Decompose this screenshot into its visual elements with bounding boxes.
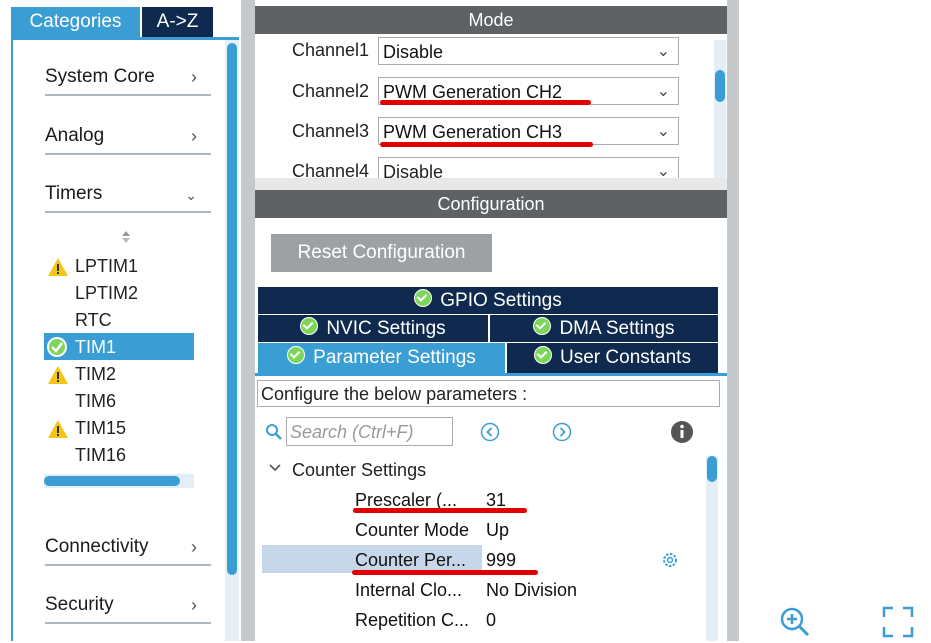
search-input[interactable]: Search (Ctrl+F) (286, 417, 453, 446)
channel3-value: PWM Generation CH3 (383, 122, 563, 142)
mode-vscroll-thumb[interactable] (715, 70, 725, 102)
mode-vscroll-track[interactable] (714, 40, 726, 178)
category-label: Security (45, 594, 114, 615)
chevron-right-icon: › (191, 126, 197, 146)
param-label-counter-mode[interactable]: Counter Mode (355, 516, 483, 544)
category-label: System Core (45, 66, 155, 87)
warning-icon (47, 419, 69, 439)
channel2-label: Channel2 (292, 81, 370, 101)
channel1-label: Channel1 (292, 40, 370, 60)
red-underline-annotation (352, 570, 538, 575)
warning-icon (47, 257, 69, 277)
warning-icon (47, 365, 69, 385)
check-circle-icon (287, 346, 306, 364)
category-system-core[interactable]: System Core › (45, 60, 211, 96)
check-circle-icon (533, 317, 552, 335)
tab-underline (11, 37, 239, 40)
timer-item-tim2[interactable]: TIM2 (75, 361, 195, 387)
channel2-value: PWM Generation CH2 (383, 82, 563, 102)
tab-dma-settings[interactable]: DMA Settings (490, 315, 718, 342)
panel-separator (255, 178, 727, 190)
channel4-value: Disable (383, 162, 444, 178)
red-underline-annotation (353, 508, 527, 513)
param-value-repetition[interactable]: 0 (486, 606, 606, 634)
check-circle-icon (300, 317, 319, 335)
channel1-select[interactable]: Disable ⌄ (378, 37, 679, 65)
param-value-internal-clock[interactable]: No Division (486, 576, 606, 604)
group-counter-settings[interactable]: Counter Settings (292, 456, 426, 484)
left-vscroll-thumb[interactable] (227, 43, 237, 575)
panel-divider[interactable] (241, 0, 255, 641)
tab-nvic-settings[interactable]: NVIC Settings (258, 315, 488, 342)
chevron-down-icon: ⌄ (656, 163, 670, 178)
tab-user-constants[interactable]: User Constants (507, 343, 718, 373)
channel3-label: Channel3 (292, 121, 370, 141)
check-circle-icon (414, 289, 433, 307)
tab-parameter-settings[interactable]: Parameter Settings (258, 343, 505, 373)
config-vscroll-thumb[interactable] (707, 456, 717, 482)
timer-item-tim16[interactable]: TIM16 (75, 442, 195, 468)
category-label: Timers (45, 183, 103, 204)
timer-item-rtc[interactable]: RTC (75, 307, 195, 333)
param-label-repetition[interactable]: Repetition C... (355, 606, 483, 634)
tab-label: User Constants (560, 347, 691, 368)
gear-icon[interactable] (661, 551, 679, 569)
parameters-description: Configure the below parameters : (257, 380, 720, 407)
info-icon[interactable] (670, 420, 694, 444)
panel-divider-right[interactable] (727, 0, 739, 641)
chevron-right-icon: › (191, 595, 197, 615)
tab-gpio-settings[interactable]: GPIO Settings (258, 287, 718, 314)
previous-icon[interactable] (480, 422, 500, 442)
search-icon (265, 423, 283, 441)
channel1-value: Disable (383, 42, 444, 62)
zoom-in-icon[interactable] (779, 606, 811, 638)
category-security[interactable]: Security › (45, 588, 211, 624)
tabs-underline (255, 373, 727, 376)
timer-item-tim15[interactable]: TIM15 (75, 415, 195, 441)
param-label-internal-clock[interactable]: Internal Clo... (355, 576, 483, 604)
tab-label: NVIC Settings (326, 318, 446, 339)
channel4-select[interactable]: Disable ⌄ (378, 157, 679, 178)
tab-a-to-z[interactable]: A->Z (142, 7, 213, 37)
tab-label: Parameter Settings (313, 347, 476, 368)
channel4-clip: Channel4 Disable ⌄ (255, 155, 714, 178)
configuration-header: Configuration (255, 190, 727, 218)
right-canvas-area (739, 0, 931, 641)
check-circle-icon (534, 346, 553, 364)
check-circle-icon (46, 336, 68, 358)
category-analog[interactable]: Analog › (45, 119, 211, 155)
timers-hscroll-thumb[interactable] (44, 476, 180, 486)
param-value-counter-mode[interactable]: Up (486, 516, 606, 544)
red-underline-annotation (380, 100, 591, 105)
timer-item-lptim2[interactable]: LPTIM2 (75, 280, 195, 306)
fit-screen-icon[interactable] (882, 606, 914, 638)
red-underline-annotation (380, 142, 593, 147)
category-label: Analog (45, 125, 105, 146)
category-label: Connectivity (45, 536, 149, 557)
chevron-down-icon: ⌄ (185, 187, 197, 203)
left-panel-border (11, 40, 13, 641)
reset-configuration-button[interactable]: Reset Configuration (271, 234, 492, 272)
chevron-down-icon: ⌄ (656, 123, 670, 140)
config-vscroll-track[interactable] (706, 456, 718, 641)
chevron-down-icon: ⌄ (656, 43, 670, 60)
chevron-down-icon: ⌄ (656, 83, 670, 100)
chevron-down-icon[interactable] (267, 460, 283, 476)
timer-item-tim6[interactable]: TIM6 (75, 388, 195, 414)
next-icon[interactable] (552, 422, 572, 442)
chevron-right-icon: › (191, 67, 197, 87)
channel3-select[interactable]: PWM Generation CH3 ⌄ (378, 117, 679, 145)
chevron-right-icon: › (191, 537, 197, 557)
scroll-up-down-icon[interactable] (119, 229, 133, 245)
tab-label: GPIO Settings (440, 290, 562, 311)
category-connectivity[interactable]: Connectivity › (45, 530, 211, 566)
mode-header: Mode (255, 6, 727, 34)
timer-item-tim1[interactable]: TIM1 (75, 334, 195, 360)
channel4-label: Channel4 (292, 161, 370, 178)
timer-item-lptim1[interactable]: LPTIM1 (75, 253, 195, 279)
tab-label: DMA Settings (559, 318, 675, 339)
tab-categories[interactable]: Categories (11, 7, 140, 37)
category-timers[interactable]: Timers ⌄ (45, 177, 211, 213)
